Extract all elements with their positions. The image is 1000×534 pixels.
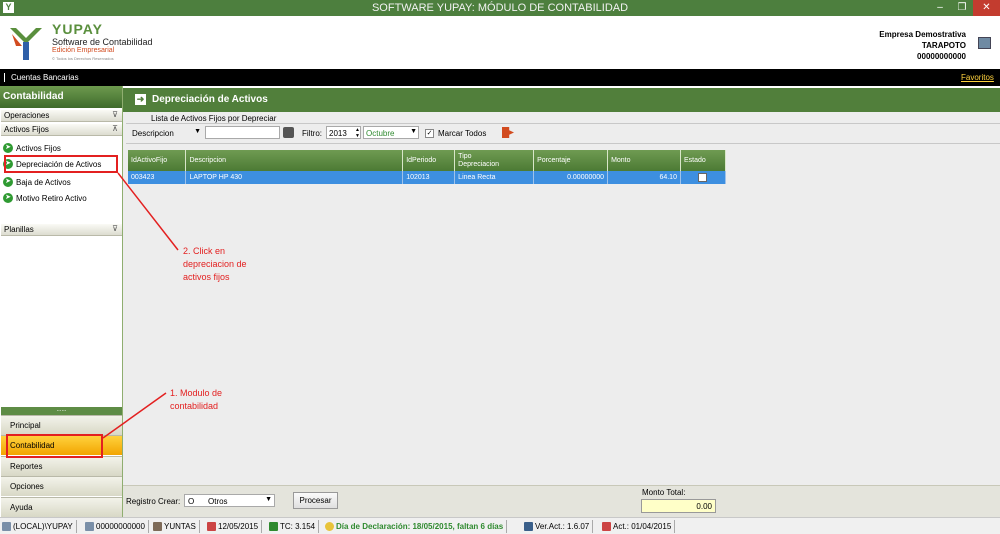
annotation-arrows [102,172,179,439]
annotation-step-1: 1. Modulo de contabilidad [170,388,223,411]
annotation-step-2: 2. Click en depreciacion de activos fijo… [183,246,247,282]
